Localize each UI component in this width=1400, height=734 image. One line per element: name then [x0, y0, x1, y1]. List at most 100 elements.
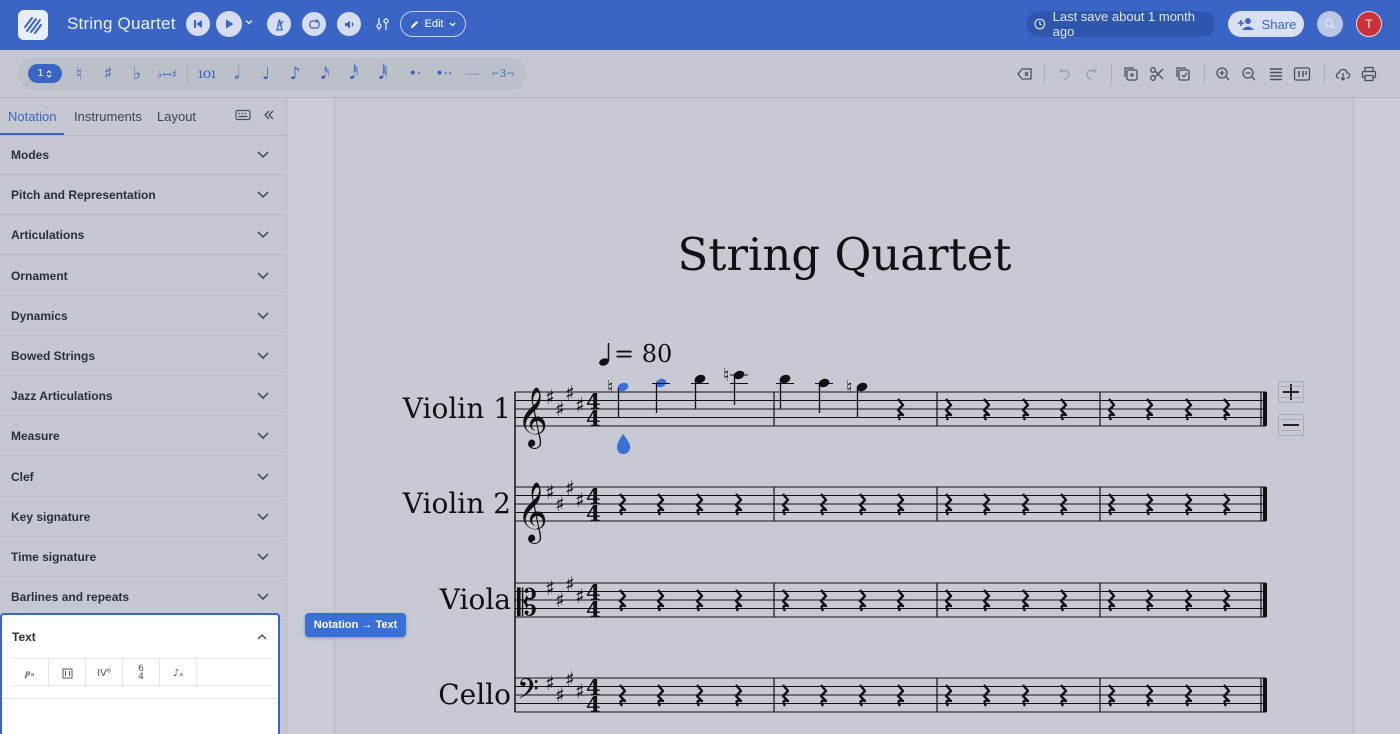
cut-button[interactable] [1146, 62, 1168, 86]
enharmonic-button[interactable]: ♭↔♯ [154, 62, 180, 86]
flat-button[interactable]: ♭ [130, 62, 144, 86]
tab-layout[interactable]: Layout [157, 109, 196, 124]
tab-notation[interactable]: Notation [8, 109, 56, 124]
search-button[interactable] [1317, 11, 1343, 37]
palette-category-time-signature[interactable]: Time signature [0, 537, 287, 577]
zoom-out-button[interactable] [1238, 62, 1260, 86]
skip-back-icon [194, 20, 202, 28]
zoom-in-icon [1216, 67, 1230, 81]
chevron-down-icon [450, 22, 456, 26]
palette-category-jazz-articulations[interactable]: Jazz Articulations [0, 376, 287, 417]
paste-button[interactable] [1172, 62, 1194, 86]
redo-icon [1086, 68, 1097, 80]
score-title[interactable]: String Quartet [0, 228, 1400, 281]
instrument-name-cello[interactable]: Cello [391, 678, 511, 711]
instrument-name-violin-1[interactable]: Violin 1 [391, 392, 511, 425]
mixer-icon[interactable] [374, 15, 392, 33]
sixtyfourth-note-icon: 𝅘𝅥𝅱 [378, 64, 388, 84]
loop-button[interactable] [302, 12, 326, 36]
palette-category-key-signature[interactable]: Key signature [0, 497, 287, 537]
undo-icon [1059, 68, 1070, 80]
document-title[interactable]: String Quartet [67, 14, 176, 34]
sixtyfourth-note-button[interactable]: 𝅘𝅥𝅱 [374, 62, 392, 86]
half-note-button[interactable]: 𝅗𝅥 [228, 62, 246, 86]
play-button[interactable] [216, 11, 242, 37]
collapse-sidebar-icon[interactable] [263, 109, 275, 121]
redo-button[interactable] [1080, 62, 1102, 86]
tab-instruments[interactable]: Instruments [74, 109, 142, 124]
palette-category-bowed-strings[interactable]: Bowed Strings [0, 336, 287, 376]
half-note-icon: 𝅗𝅥 [234, 64, 240, 84]
add-measure-button[interactable] [1278, 381, 1304, 403]
rehearsal-mark-button[interactable] [49, 659, 86, 687]
save-status: Last save about 1 month ago [1026, 9, 1215, 39]
print-button[interactable] [1358, 62, 1380, 86]
score-view-icon [1293, 67, 1311, 81]
natural-icon: ♮ [75, 64, 83, 84]
chevron-down-icon [257, 392, 269, 400]
double-dot-button[interactable]: •·· [433, 62, 455, 86]
sixteenth-note-button[interactable]: 𝅘𝅥𝅯 [316, 62, 334, 86]
palette-category-pitch-and-representation[interactable]: Pitch and Representation [0, 175, 287, 216]
palette-sidebar: Notation Instruments Layout Modes Pitch a… [0, 98, 287, 734]
chevron-down-icon [257, 432, 269, 440]
audio-button[interactable] [337, 12, 361, 36]
download-button[interactable] [1332, 62, 1354, 86]
palette-category-modes[interactable]: Modes [0, 135, 287, 175]
tuplet-button[interactable]: ⌐3¬ [490, 62, 516, 86]
figured-bass-button[interactable]: 64 [123, 659, 160, 687]
voice-number: 1 [37, 68, 44, 79]
thirtysecond-note-button[interactable]: 𝅘𝅥𝅰 [345, 62, 363, 86]
sharp-button[interactable]: ♯ [101, 62, 115, 86]
undo-button[interactable] [1054, 62, 1076, 86]
app-logo-icon[interactable] [18, 10, 48, 40]
tempo-marking[interactable]: = 80 [598, 340, 672, 368]
toolbar-divider [1204, 64, 1205, 84]
text-style-button[interactable]: 𝆏ₐ [12, 659, 49, 687]
palette-category-measure[interactable]: Measure [0, 416, 287, 457]
instrument-name-viola[interactable]: Viola [391, 583, 511, 616]
voice-selector[interactable]: 1 [28, 64, 62, 83]
palette-category-barlines-and-repeats[interactable]: Barlines and repeats [0, 577, 287, 618]
natural-button[interactable]: ♮ [72, 62, 86, 86]
remove-measure-button[interactable] [1278, 414, 1304, 436]
keyboard-icon[interactable] [235, 109, 251, 121]
palette-category-label: Pitch and Representation [11, 188, 156, 203]
metronome-button[interactable] [267, 12, 291, 36]
share-label: Share [1261, 16, 1297, 32]
dot-button[interactable]: •· [404, 62, 426, 86]
palette-text-label[interactable]: Text [12, 630, 36, 644]
rewind-button[interactable] [186, 12, 210, 36]
breve-button[interactable]: ıoı [198, 62, 216, 86]
zoom-in-button[interactable] [1212, 62, 1234, 86]
share-button[interactable]: Share [1228, 11, 1304, 37]
score-view-button[interactable] [1291, 62, 1313, 86]
flat-icon: ♭ [132, 64, 142, 84]
chevron-down-icon [257, 312, 269, 319]
quarter-note-icon [599, 343, 610, 366]
cloud-download-icon [1335, 68, 1351, 81]
quarter-note-button[interactable]: ♩ [257, 62, 275, 86]
user-avatar[interactable]: T [1356, 11, 1382, 37]
roman-numeral-icon: IV⁶ [97, 667, 111, 679]
zoom-out-icon [1242, 67, 1256, 81]
copy-button[interactable] [1120, 62, 1142, 86]
chevron-up-icon[interactable] [256, 632, 268, 642]
tie-button[interactable]: — [463, 62, 483, 86]
palette-category-clef[interactable]: Clef [0, 457, 287, 497]
eighth-note-button[interactable]: ♪ [286, 62, 304, 86]
instrument-name-violin-2[interactable]: Violin 2 [391, 487, 511, 520]
double-dot-icon: •·· [435, 66, 453, 82]
palette-category-dynamics[interactable]: Dynamics [0, 296, 287, 336]
chevron-down-icon [257, 553, 269, 561]
lyrics-button[interactable]: ♪ₐ [160, 659, 197, 687]
delete-button[interactable] [1014, 62, 1036, 86]
lyrics-icon: ♪ₐ [172, 667, 184, 679]
edit-menu-button[interactable]: Edit [400, 11, 466, 37]
chevron-down-icon[interactable] [244, 17, 254, 27]
toolbar-divider [1044, 64, 1045, 84]
printer-icon [1361, 66, 1377, 82]
metronome-icon [275, 18, 284, 31]
roman-numeral-button[interactable]: IV⁶ [86, 659, 123, 687]
view-mode-button[interactable] [1265, 62, 1287, 86]
